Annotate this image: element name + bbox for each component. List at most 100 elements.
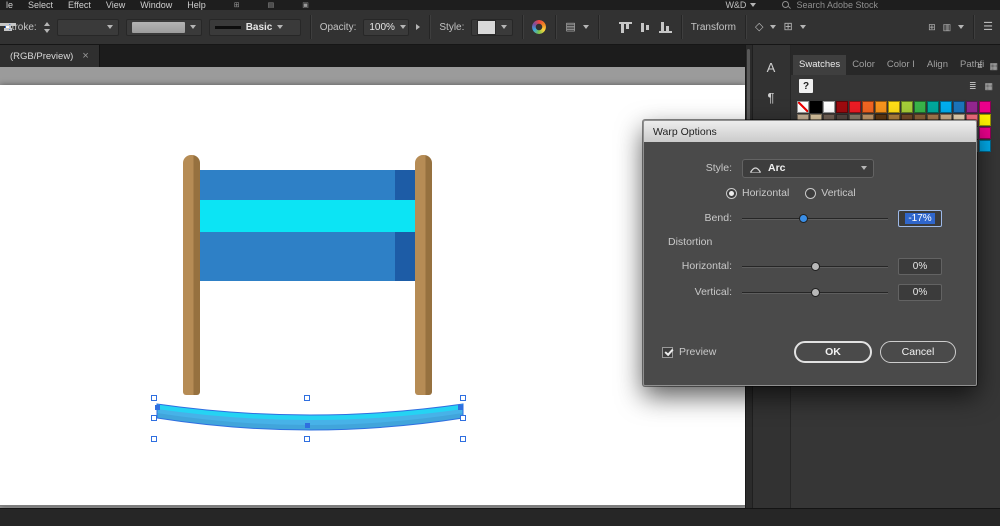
swatch[interactable]: [862, 101, 874, 113]
more-options-arrow-icon[interactable]: [416, 24, 421, 30]
swatch[interactable]: [953, 101, 965, 113]
anchor-point[interactable]: [458, 405, 463, 410]
swatch[interactable]: [836, 101, 848, 113]
swatch[interactable]: [875, 101, 887, 113]
cancel-button[interactable]: Cancel: [880, 341, 956, 363]
align-bottom-icon[interactable]: [658, 21, 672, 33]
menu-item[interactable]: Effect: [68, 0, 91, 10]
selection-handle[interactable]: [151, 395, 157, 401]
align-middle-vertical-icon[interactable]: [639, 22, 652, 33]
panel-grid-icon[interactable]: ▦: [989, 62, 998, 71]
chevron-down-icon[interactable]: [770, 25, 777, 29]
bend-slider-handle[interactable]: [798, 213, 808, 223]
recolor-artwork-icon[interactable]: [532, 20, 547, 34]
selection-handle[interactable]: [304, 436, 310, 442]
swatch[interactable]: [901, 101, 913, 113]
swatch[interactable]: [979, 127, 991, 139]
selection-handle[interactable]: [151, 436, 157, 442]
selection-handle[interactable]: [460, 395, 466, 401]
banner-shape[interactable]: [200, 170, 415, 281]
panel-tab-align[interactable]: Align: [921, 55, 954, 75]
menu-item[interactable]: le: [6, 0, 13, 10]
swatch[interactable]: [810, 101, 822, 113]
anchor-point[interactable]: [155, 405, 160, 410]
horizontal-slider-handle[interactable]: [811, 261, 820, 271]
canvas[interactable]: [0, 67, 745, 508]
style-swatch: [477, 19, 497, 35]
layout-icon[interactable]: ▤: [268, 1, 275, 9]
ok-button[interactable]: OK: [794, 341, 872, 363]
panel-tab-color[interactable]: Color: [846, 55, 881, 75]
bend-value-field[interactable]: -17%: [898, 209, 942, 227]
panel-tab-color-i[interactable]: Color I: [881, 55, 921, 75]
vertical-slider-handle[interactable]: [811, 287, 820, 297]
preview-checkbox[interactable]: Preview: [662, 346, 716, 358]
graphic-style-dropdown[interactable]: [471, 18, 514, 36]
horizontal-radio[interactable]: Horizontal: [726, 187, 789, 199]
selection-handle[interactable]: [304, 395, 310, 401]
stroke-weight-dropdown[interactable]: [56, 18, 119, 36]
selection-handle[interactable]: [151, 415, 157, 421]
selection-handle[interactable]: [460, 436, 466, 442]
menu-item[interactable]: Help: [187, 0, 206, 10]
anchor-point[interactable]: [305, 423, 310, 428]
document-setup-icon[interactable]: ▤: [565, 21, 575, 33]
horizontal-distortion-slider[interactable]: [742, 258, 888, 275]
brush-definition-dropdown[interactable]: Basic: [208, 18, 301, 36]
squares-icon[interactable]: ⊞: [234, 1, 240, 9]
warped-arc-shape[interactable]: [154, 397, 466, 443]
swatch[interactable]: [927, 101, 939, 113]
document-icon[interactable]: ▣: [302, 1, 309, 9]
paragraph-panel-icon[interactable]: ¶: [752, 85, 790, 109]
arrange-grid-icon[interactable]: ⊞: [928, 22, 936, 32]
character-panel-icon[interactable]: A: [752, 55, 790, 79]
panel-menu-icon[interactable]: ≡: [977, 62, 982, 71]
swatch[interactable]: [823, 101, 835, 113]
menu-item[interactable]: Window: [140, 0, 172, 10]
distortion-section-label: Distortion: [668, 236, 713, 248]
workspace-switcher[interactable]: W&D: [725, 0, 757, 10]
list-view-icon[interactable]: ≣: [969, 81, 977, 91]
shape-options-icon[interactable]: ⊞: [783, 21, 792, 33]
brush-name: Basic: [245, 21, 273, 33]
swatch[interactable]: [849, 101, 861, 113]
panel-tab-swatches[interactable]: Swatches: [793, 55, 847, 75]
vertical-distortion-field[interactable]: 0%: [898, 283, 942, 301]
help-icon[interactable]: ?: [799, 79, 813, 93]
hamburger-menu-icon[interactable]: ☰: [983, 21, 993, 33]
vertical-distortion-slider[interactable]: [742, 284, 888, 301]
menu-item[interactable]: View: [106, 0, 125, 10]
swatch[interactable]: [888, 101, 900, 113]
dialog-titlebar[interactable]: Warp Options: [644, 121, 976, 142]
chevron-down-icon[interactable]: [582, 25, 589, 29]
divider: [680, 15, 682, 39]
signpost-right[interactable]: [415, 155, 432, 395]
swatch[interactable]: [979, 101, 991, 113]
stock-search[interactable]: Search Adobe Stock: [782, 0, 878, 10]
align-right-icon[interactable]: [0, 23, 11, 31]
swatch[interactable]: [940, 101, 952, 113]
signpost-left[interactable]: [183, 155, 200, 395]
grid-view-icon[interactable]: ▦: [984, 81, 993, 91]
warp-style-dropdown[interactable]: Arc: [742, 158, 874, 178]
chevron-down-icon[interactable]: [799, 25, 806, 29]
document-tab[interactable]: (RGB/Preview) ×: [0, 45, 100, 67]
selection-handle[interactable]: [460, 415, 466, 421]
swatch[interactable]: [979, 114, 991, 126]
chevron-down-icon[interactable]: [958, 25, 965, 29]
swatch-none[interactable]: [797, 101, 809, 113]
menu-item[interactable]: Select: [28, 0, 53, 10]
panel-dock-icon[interactable]: ▥: [943, 22, 952, 32]
horizontal-distortion-field[interactable]: 0%: [898, 257, 942, 275]
bend-slider[interactable]: [742, 210, 888, 227]
swatch[interactable]: [914, 101, 926, 113]
stroke-weight-stepper[interactable]: [43, 21, 50, 33]
align-top-icon[interactable]: [618, 21, 632, 33]
close-icon[interactable]: ×: [82, 50, 88, 62]
swatch[interactable]: [979, 140, 991, 152]
opacity-dropdown[interactable]: 100%: [363, 18, 410, 36]
vertical-radio[interactable]: Vertical: [805, 187, 856, 199]
transform-options-icon[interactable]: ◇: [755, 21, 763, 33]
variable-width-profile-dropdown[interactable]: [125, 18, 202, 36]
swatch[interactable]: [966, 101, 978, 113]
